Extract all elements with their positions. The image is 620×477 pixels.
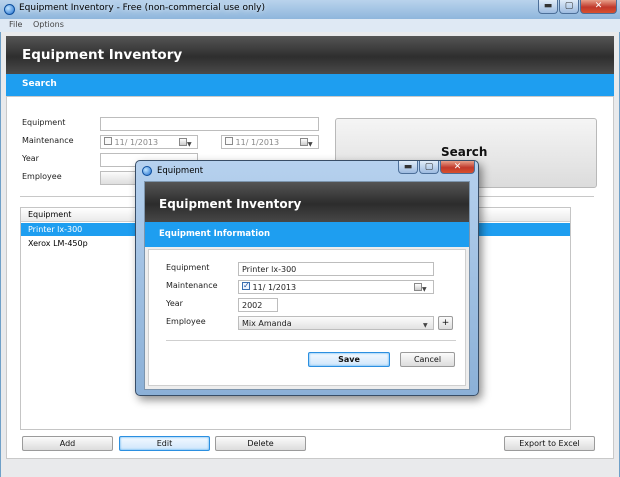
maintenance-from-value: 11/ 1/2013 xyxy=(114,138,159,147)
dialog-section-title: Equipment Information xyxy=(159,229,271,239)
page-title: Equipment Inventory xyxy=(22,47,183,63)
dialog-body: Equipment Inventory Equipment Informatio… xyxy=(144,181,470,390)
dialog-year-label: Year xyxy=(166,299,183,308)
search-section-header: Search xyxy=(6,74,614,96)
employee-label: Employee xyxy=(22,172,62,181)
maintenance-from-checkbox[interactable] xyxy=(104,137,112,145)
dialog-header-title: Equipment Inventory xyxy=(159,197,302,211)
dialog-divider xyxy=(166,340,456,341)
menu-file[interactable]: File xyxy=(9,20,22,29)
dialog-maintenance-checkbox[interactable] xyxy=(242,281,250,291)
dialog-year-input[interactable]: 2002 xyxy=(238,298,278,312)
save-button[interactable]: Save xyxy=(308,352,390,367)
maintenance-to-value: 11/ 1/2013 xyxy=(235,138,280,147)
dialog-equipment-label: Equipment xyxy=(166,263,210,272)
dialog-employee-label: Employee xyxy=(166,317,206,326)
add-button[interactable]: Add xyxy=(22,436,113,451)
dialog-equipment-input[interactable]: Printer lx-300 xyxy=(238,262,434,276)
year-label: Year xyxy=(22,154,39,163)
dialog-title: Equipment xyxy=(157,166,204,176)
chevron-down-icon: ▼ xyxy=(422,286,427,293)
menu-options[interactable]: Options xyxy=(33,20,64,29)
add-employee-button[interactable]: + xyxy=(438,316,453,330)
cancel-button[interactable]: Cancel xyxy=(400,352,455,367)
search-section-title: Search xyxy=(22,79,57,89)
equipment-dialog[interactable]: Equipment ▬ ▢ ✕ Equipment Inventory Equi… xyxy=(135,160,479,396)
dialog-app-icon xyxy=(142,166,152,176)
close-button[interactable]: ✕ xyxy=(580,0,617,14)
dialog-maximize-button[interactable]: ▢ xyxy=(419,161,439,174)
dialog-header: Equipment Inventory xyxy=(145,182,469,222)
dialog-maintenance-date[interactable]: 11/ 1/2013 ▼ xyxy=(238,280,434,294)
maximize-button[interactable]: ▢ xyxy=(559,0,579,14)
column-header-equipment[interactable]: Equipment xyxy=(28,210,71,219)
title-bar[interactable]: Equipment Inventory - Free (non-commerci… xyxy=(0,0,620,19)
calendar-icon xyxy=(414,283,422,291)
export-to-excel-button[interactable]: Export to Excel xyxy=(504,436,595,451)
dialog-employee-select[interactable]: Mix Amanda ▼ xyxy=(238,316,434,330)
dialog-maintenance-value: 11/ 1/2013 xyxy=(252,283,297,292)
app-header: Equipment Inventory xyxy=(6,36,614,74)
app-icon xyxy=(4,4,15,15)
edit-button[interactable]: Edit xyxy=(119,436,210,451)
dialog-minimize-button[interactable]: ▬ xyxy=(398,161,418,174)
dialog-close-button[interactable]: ✕ xyxy=(440,161,475,174)
chevron-down-icon: ▼ xyxy=(308,141,313,148)
menu-bar: File Options xyxy=(0,19,620,32)
maintenance-from-date[interactable]: 11/ 1/2013 ▼ xyxy=(100,135,198,149)
chevron-down-icon: ▼ xyxy=(423,322,428,329)
search-button-label: Search xyxy=(441,145,488,159)
dialog-employee-value: Mix Amanda xyxy=(242,319,292,328)
chevron-down-icon: ▼ xyxy=(187,141,192,148)
dialog-maintenance-label: Maintenance xyxy=(166,281,218,290)
calendar-icon xyxy=(300,138,308,146)
maintenance-label: Maintenance xyxy=(22,136,74,145)
equipment-label: Equipment xyxy=(22,118,66,127)
delete-button[interactable]: Delete xyxy=(215,436,306,451)
maintenance-to-date[interactable]: 11/ 1/2013 ▼ xyxy=(221,135,319,149)
dialog-form: Equipment Printer lx-300 Maintenance 11/… xyxy=(148,249,466,386)
to-calendar-picker[interactable]: ▼ xyxy=(300,138,313,148)
window-title: Equipment Inventory - Free (non-commerci… xyxy=(19,3,265,13)
minimize-button[interactable]: ▬ xyxy=(538,0,558,14)
dialog-section-header: Equipment Information xyxy=(145,222,469,247)
from-calendar-picker[interactable]: ▼ xyxy=(179,138,192,148)
calendar-icon xyxy=(179,138,187,146)
maintenance-to-checkbox[interactable] xyxy=(225,137,233,145)
dialog-calendar-picker[interactable]: ▼ xyxy=(414,283,427,293)
equipment-search-input[interactable] xyxy=(100,117,319,131)
